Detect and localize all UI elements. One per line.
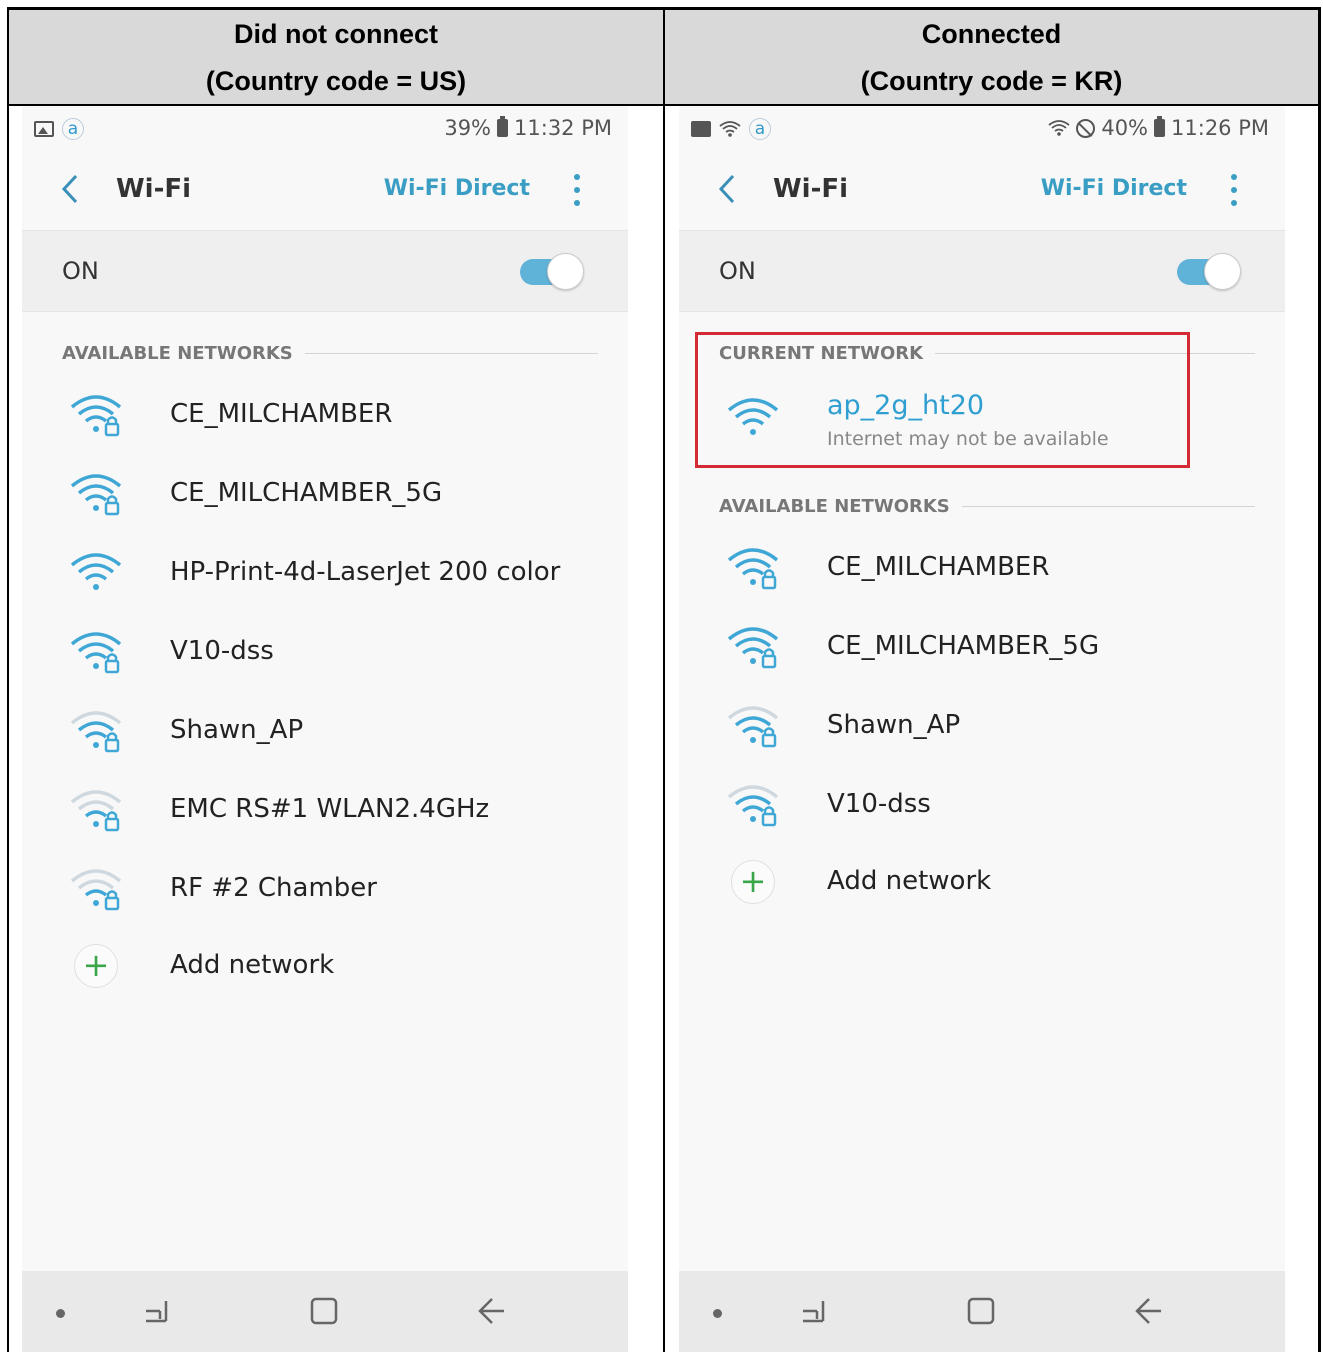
add-network-label: Add network [827, 866, 992, 896]
at-notification-icon: a [62, 118, 84, 140]
wifi-locked-icon [725, 779, 781, 829]
network-name: CE_MILCHAMBER_5G [170, 478, 443, 508]
wifi-locked-icon [68, 389, 124, 439]
add-icon: + [74, 944, 118, 988]
network-name: V10-dss [170, 636, 274, 666]
wifi-locked-icon [725, 542, 781, 592]
wifi-icon [68, 547, 124, 597]
left-header-line1: Did not connect [234, 19, 438, 49]
gallery-notification-icon [34, 121, 54, 137]
available-networks-label: AVAILABLE NETWORKS [62, 342, 293, 364]
left-header-line2: (Country code = US) [205, 66, 467, 96]
right-header-line1: Connected [921, 19, 1062, 49]
battery-percent: 40% [1101, 116, 1149, 140]
column-divider [663, 7, 665, 1352]
wifi-master-switch-row[interactable]: ON [679, 230, 1285, 312]
network-list-item[interactable]: EMC RS#1 WLAN2.4GHz [22, 778, 628, 842]
network-list-item[interactable]: Shawn_AP [22, 699, 628, 763]
more-vert-icon[interactable] [574, 174, 580, 206]
network-name: CE_MILCHAMBER [170, 399, 393, 429]
clock: 11:32 PM [514, 116, 612, 140]
do-not-disturb-icon [1076, 118, 1096, 138]
wifi-direct-button[interactable]: Wi-Fi Direct [384, 176, 530, 201]
wifi-on-label: ON [62, 257, 99, 285]
network-list-item[interactable]: CE_MILCHAMBER [679, 536, 1285, 600]
network-list-item[interactable]: Shawn_AP [679, 694, 1285, 758]
home-icon[interactable] [965, 1293, 997, 1329]
status-bar: a 39% 11:32 PM [22, 106, 628, 152]
wifi-locked-icon [68, 626, 124, 676]
network-list-item[interactable]: RF #2 Chamber [22, 857, 628, 921]
wifi-locked-icon [68, 468, 124, 518]
page-title: Wi-Fi [773, 174, 849, 204]
wifi-locked-icon [68, 784, 124, 834]
left-column-header: Did not connect (Country code = US) [9, 10, 663, 104]
add-icon: + [731, 860, 775, 904]
battery-icon [497, 116, 509, 137]
wifi-on-label: ON [719, 257, 756, 285]
wifi-locked-icon [725, 700, 781, 750]
more-vert-icon[interactable] [1231, 174, 1237, 206]
network-name: V10-dss [827, 789, 931, 819]
activity-notification-icon [691, 121, 711, 137]
wifi-master-switch-row[interactable]: ON [22, 230, 628, 312]
add-network-item[interactable]: + Add network [679, 850, 1285, 914]
network-name: HP-Print-4d-LaserJet 200 color [170, 557, 561, 587]
wifi-direct-button[interactable]: Wi-Fi Direct [1041, 176, 1187, 201]
wifi-toggle[interactable] [520, 253, 584, 290]
network-name: Shawn_AP [827, 710, 961, 740]
nav-dot-indicator [713, 1309, 722, 1318]
back-nav-icon[interactable] [1133, 1293, 1165, 1329]
back-nav-icon[interactable] [476, 1293, 508, 1329]
page-title: Wi-Fi [116, 174, 192, 204]
network-name: EMC RS#1 WLAN2.4GHz [170, 794, 490, 824]
available-networks-header: AVAILABLE NETWORKS [719, 493, 1255, 519]
right-phone-screen: a 40% 11:26 PM Wi-Fi Wi-Fi Direct ON CUR… [679, 106, 1285, 1352]
app-toolbar: Wi-Fi Wi-Fi Direct [22, 152, 628, 228]
network-list-item[interactable]: HP-Print-4d-LaserJet 200 color [22, 541, 628, 605]
wifi-locked-icon [725, 621, 781, 671]
network-list-item[interactable]: V10-dss [679, 773, 1285, 837]
network-name: CE_MILCHAMBER [827, 552, 1050, 582]
right-column-header: Connected (Country code = KR) [665, 10, 1318, 104]
network-name: RF #2 Chamber [170, 873, 377, 903]
network-list-item[interactable]: CE_MILCHAMBER_5G [22, 462, 628, 526]
at-notification-icon: a [749, 118, 771, 140]
add-network-item[interactable]: + Add network [22, 934, 628, 998]
left-phone-screen: a 39% 11:32 PM Wi-Fi Wi-Fi Direct ON AVA… [22, 106, 628, 1352]
available-networks-header: AVAILABLE NETWORKS [62, 340, 598, 366]
available-networks-label: AVAILABLE NETWORKS [719, 495, 950, 517]
wifi-toggle[interactable] [1177, 253, 1241, 290]
wifi-locked-icon [68, 705, 124, 755]
back-chevron-icon[interactable] [60, 172, 80, 212]
back-chevron-icon[interactable] [717, 172, 737, 212]
wifi-locked-icon [68, 863, 124, 913]
wifi-notification-icon [719, 121, 741, 137]
battery-icon [1154, 116, 1166, 137]
network-list-item[interactable]: CE_MILCHAMBER_5G [679, 615, 1285, 679]
network-name: Shawn_AP [170, 715, 304, 745]
status-bar: a 40% 11:26 PM [679, 106, 1285, 152]
recent-apps-icon[interactable] [797, 1293, 829, 1329]
network-list-item[interactable]: CE_MILCHAMBER [22, 383, 628, 447]
recent-apps-icon[interactable] [140, 1293, 172, 1329]
app-toolbar: Wi-Fi Wi-Fi Direct [679, 152, 1285, 228]
network-name: CE_MILCHAMBER_5G [827, 631, 1100, 661]
battery-percent: 39% [444, 116, 492, 140]
clock: 11:26 PM [1171, 116, 1269, 140]
navigation-bar [679, 1271, 1285, 1352]
nav-dot-indicator [56, 1309, 65, 1318]
right-header-line2: (Country code = KR) [860, 66, 1123, 96]
navigation-bar [22, 1271, 628, 1352]
home-icon[interactable] [308, 1293, 340, 1329]
highlight-box [695, 332, 1190, 468]
add-network-label: Add network [170, 950, 335, 980]
wifi-status-icon [1048, 120, 1070, 136]
network-list-item[interactable]: V10-dss [22, 620, 628, 684]
